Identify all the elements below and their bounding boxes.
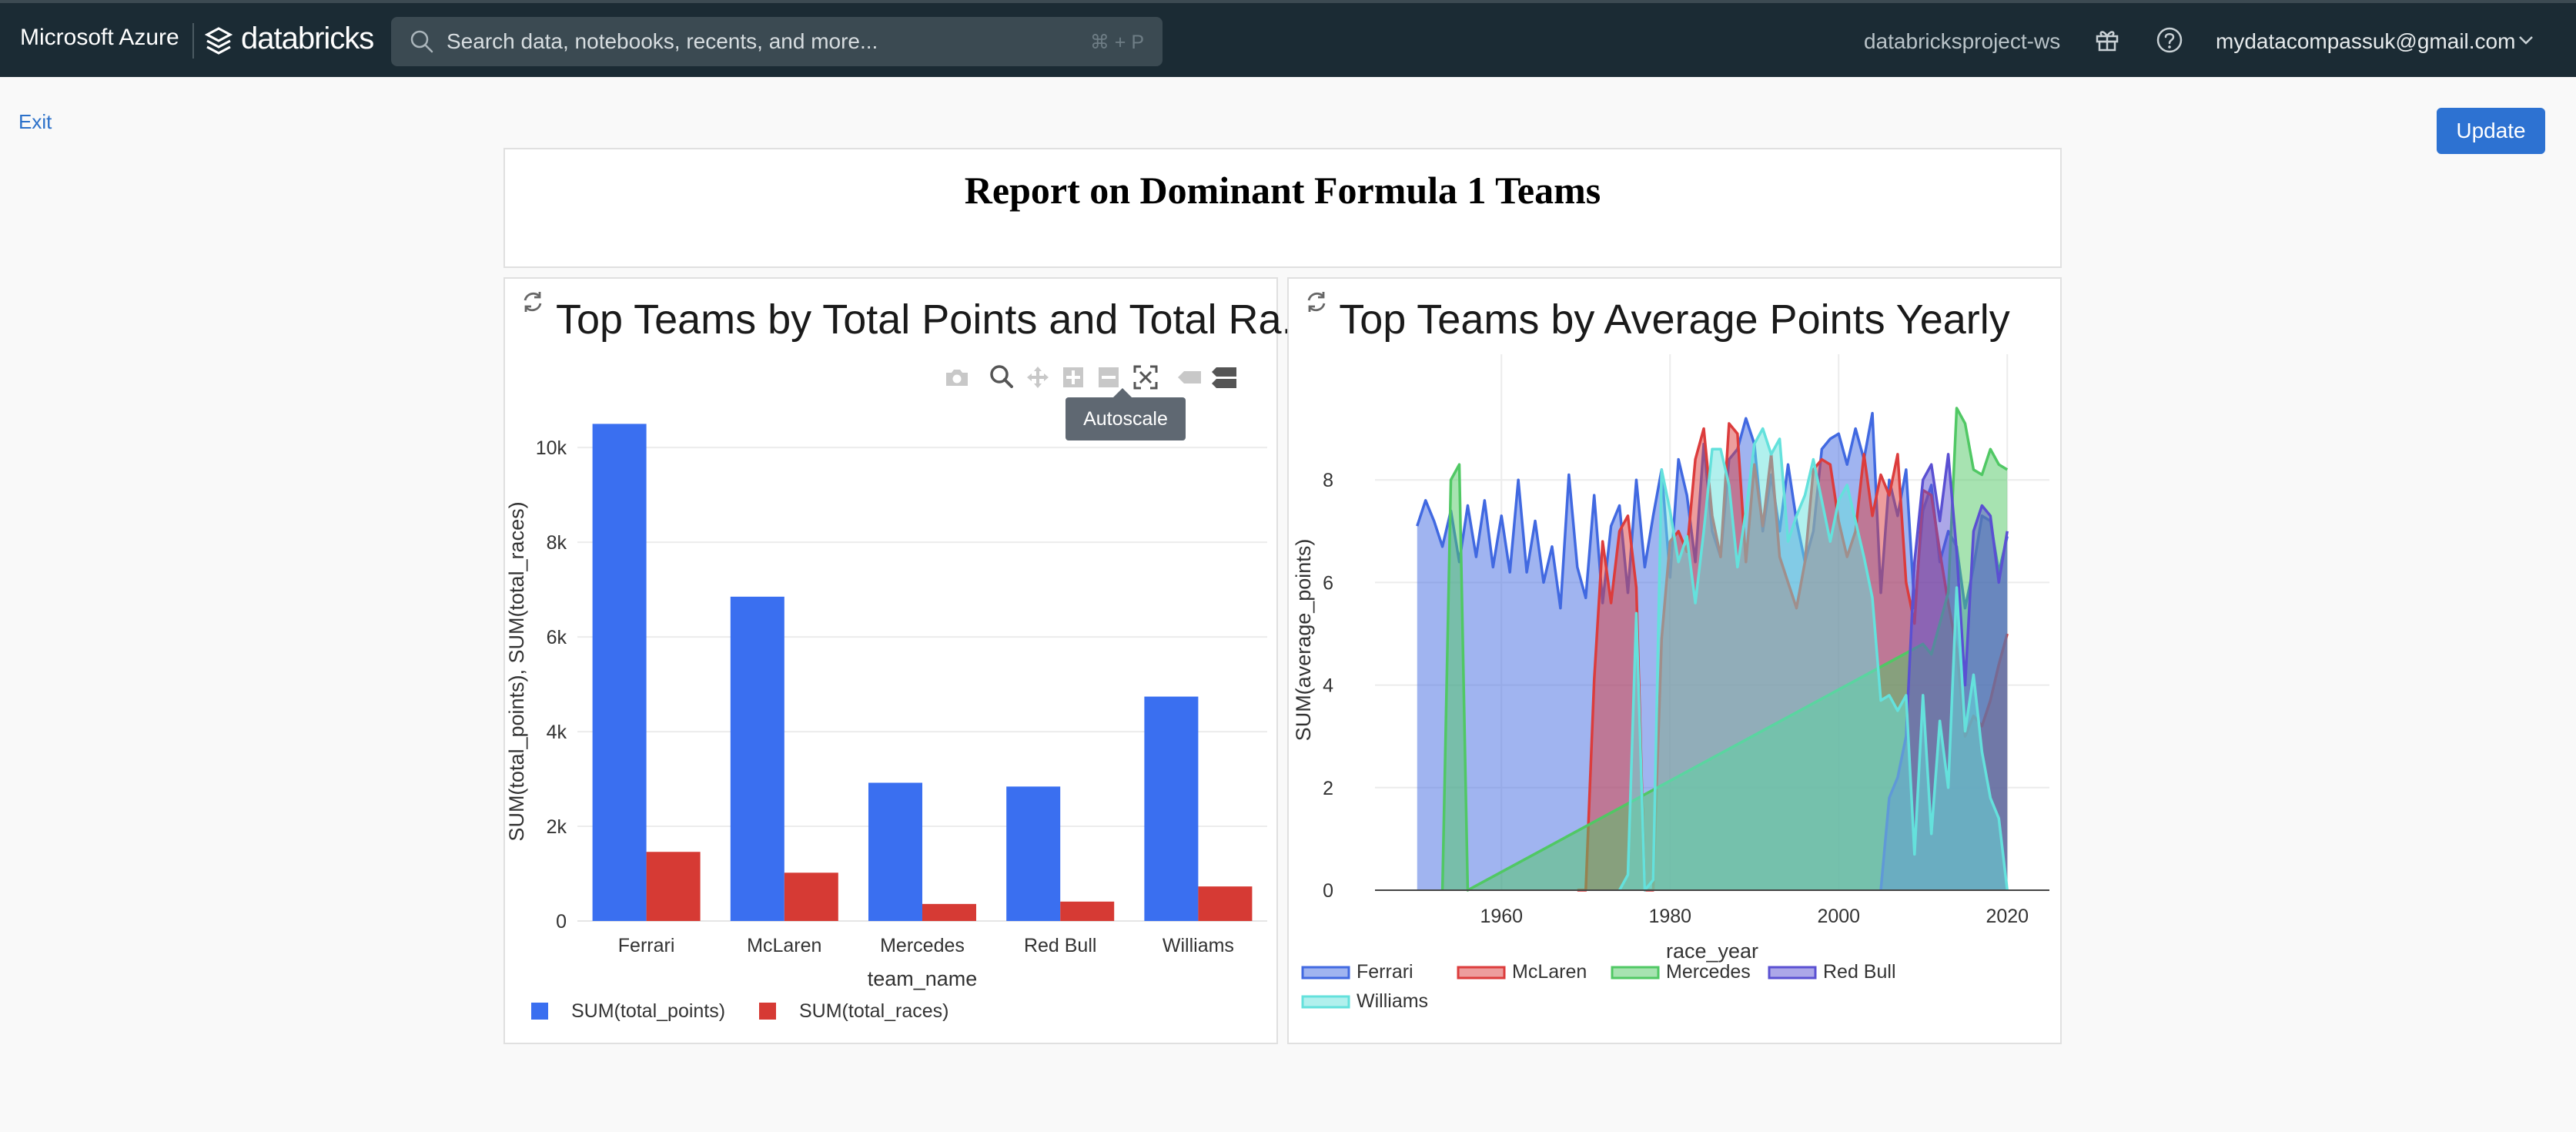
bar-chart: 0 2k 4k 6k 8k 10k Ferrari McLaren Mercedes Red Bu… bbox=[505, 424, 1267, 1022]
legend-swatch bbox=[1301, 966, 1350, 980]
legend-label: Williams bbox=[1357, 990, 1428, 1012]
legend-label: SUM(total_points) bbox=[571, 1000, 725, 1022]
y-tick-label: 2 bbox=[1323, 778, 1333, 799]
bar bbox=[1006, 786, 1061, 921]
area-fill bbox=[1619, 428, 2008, 890]
chart-modebar bbox=[944, 362, 1252, 393]
x-tick-label: 1960 bbox=[1480, 906, 1523, 927]
gift-icon[interactable] bbox=[2094, 26, 2120, 52]
search-input[interactable] bbox=[447, 17, 1062, 66]
y-tick-label: 0 bbox=[1323, 880, 1333, 902]
refresh-icon[interactable] bbox=[520, 290, 545, 314]
bar bbox=[592, 424, 647, 921]
zoom-out-icon[interactable] bbox=[1098, 367, 1119, 388]
tooltip-text: Autoscale bbox=[1083, 408, 1168, 430]
workspace-name[interactable]: databricksproject-ws bbox=[1864, 29, 2060, 54]
user-menu[interactable]: mydatacompassuk@gmail.com bbox=[2216, 29, 2515, 54]
area-chart: 0 2 4 6 8 1960 1980 2000 2020 race_year SUM(averag… bbox=[1292, 354, 2049, 1012]
bar bbox=[922, 903, 976, 921]
report-title: Report on Dominant Formula 1 Teams bbox=[964, 169, 1601, 212]
help-icon[interactable] bbox=[2156, 26, 2183, 54]
y-tick-label: 4k bbox=[547, 722, 567, 743]
legend-swatch bbox=[1301, 995, 1350, 1009]
search-shortcut-hint: ⌘ + P bbox=[1089, 32, 1144, 53]
zoom-in-icon[interactable] bbox=[1062, 367, 1084, 388]
x-tick-label: McLaren bbox=[747, 935, 821, 956]
area-fill bbox=[1881, 454, 2008, 890]
legend-label: McLaren bbox=[1512, 961, 1587, 983]
y-tick-label: 0 bbox=[556, 911, 567, 933]
chart-title: Top Teams by Total Points and Total Ra..… bbox=[556, 296, 1316, 343]
global-search[interactable]: ⌘ + P bbox=[391, 17, 1163, 66]
legend-swatch bbox=[1611, 966, 1660, 980]
hover-closest-icon[interactable] bbox=[1176, 370, 1203, 385]
report-title-widget: Report on Dominant Formula 1 Teams bbox=[503, 148, 2062, 268]
x-tick-label: Williams bbox=[1163, 935, 1234, 956]
legend-swatch bbox=[759, 1003, 776, 1020]
chart-widget-total-points: Top Teams by Total Points and Total Ra..… bbox=[503, 277, 1316, 1044]
search-icon bbox=[410, 30, 433, 53]
x-axis-label: race_year bbox=[1666, 939, 1758, 963]
brand-divider bbox=[192, 23, 194, 59]
legend-swatch bbox=[1457, 966, 1506, 980]
bar bbox=[784, 872, 838, 921]
y-tick-label: 6k bbox=[547, 627, 567, 648]
bar bbox=[1198, 886, 1253, 921]
autoscale-icon[interactable] bbox=[1133, 365, 1158, 390]
x-axis-label: team_name bbox=[868, 967, 978, 990]
bar bbox=[646, 852, 701, 921]
legend-label: SUM(total_races) bbox=[799, 1000, 949, 1022]
bar bbox=[868, 782, 922, 921]
camera-icon[interactable] bbox=[944, 367, 970, 388]
bar bbox=[730, 596, 785, 921]
chart-widget-average-points: Top Teams by Average Points Yearly 0 2 4 6 8… bbox=[1287, 277, 2062, 1044]
databricks-logo-icon bbox=[205, 27, 233, 55]
x-tick-label: 2000 bbox=[1817, 906, 1860, 927]
update-button[interactable]: Update bbox=[2437, 108, 2545, 154]
series-line bbox=[1577, 422, 2009, 892]
top-navigation-bar: Microsoft Azure databricks ⌘ + P databri… bbox=[0, 0, 2576, 77]
bar bbox=[1144, 696, 1199, 921]
series-line bbox=[1416, 411, 2009, 610]
area-fill bbox=[1442, 407, 2008, 890]
series-line bbox=[1618, 427, 2009, 892]
microsoft-azure-brand[interactable]: Microsoft Azure bbox=[20, 25, 179, 51]
chevron-down-icon[interactable] bbox=[2517, 34, 2534, 46]
legend-label: Red Bull bbox=[1823, 961, 1896, 983]
chart-title: Top Teams by Average Points Yearly bbox=[1339, 296, 2010, 343]
autoscale-tooltip: Autoscale bbox=[1066, 388, 1186, 440]
pan-icon[interactable] bbox=[1025, 365, 1050, 390]
x-tick-label: Ferrari bbox=[618, 935, 675, 956]
y-tick-label: 6 bbox=[1323, 572, 1333, 594]
zoom-icon[interactable] bbox=[989, 363, 1015, 390]
area-fill bbox=[1577, 423, 2008, 890]
area-fill bbox=[1417, 413, 2008, 890]
x-tick-label: Mercedes bbox=[880, 935, 965, 956]
x-tick-label: Red Bull bbox=[1024, 935, 1097, 956]
exit-link[interactable]: Exit bbox=[18, 110, 52, 134]
hover-compare-icon[interactable] bbox=[1210, 367, 1238, 390]
legend-label: Ferrari bbox=[1357, 961, 1413, 983]
y-tick-label: 2k bbox=[547, 816, 567, 838]
y-axis-label: SUM(total_points), SUM(total_races) bbox=[505, 501, 528, 841]
y-tick-label: 8 bbox=[1323, 470, 1333, 491]
legend-label: Mercedes bbox=[1666, 961, 1751, 983]
databricks-wordmark[interactable]: databricks bbox=[241, 22, 374, 56]
y-tick-label: 4 bbox=[1323, 675, 1333, 697]
series-line bbox=[1879, 453, 2009, 891]
legend-swatch bbox=[531, 1003, 548, 1020]
x-tick-label: 1980 bbox=[1648, 906, 1691, 927]
series-line bbox=[1440, 407, 2009, 892]
x-tick-label: 2020 bbox=[1986, 906, 2029, 927]
y-tick-label: 10k bbox=[536, 437, 567, 459]
y-tick-label: 8k bbox=[547, 532, 567, 554]
legend-swatch bbox=[1768, 966, 1817, 980]
bar bbox=[1060, 901, 1115, 921]
y-axis-label: SUM(average_points) bbox=[1292, 539, 1315, 742]
